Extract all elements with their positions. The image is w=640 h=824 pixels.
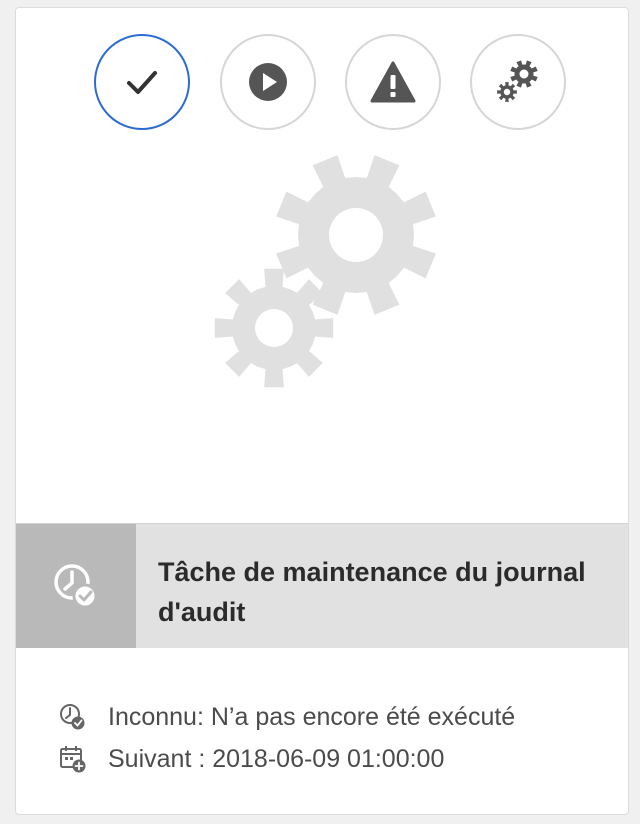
task-card[interactable]: Tâche de maintenance du journal d'audit … bbox=[15, 7, 629, 815]
next-run-text: Suivant : 2018-06-09 01:00:00 bbox=[108, 744, 445, 773]
warning-icon bbox=[370, 61, 416, 103]
calendar-add-icon bbox=[56, 742, 90, 776]
action-toolbar bbox=[16, 34, 628, 134]
last-run-status: Inconnu: N’a pas encore été exécuté bbox=[56, 696, 515, 738]
last-run-text: Inconnu: N’a pas encore été exécuté bbox=[108, 702, 516, 731]
next-run-status: Suivant : 2018-06-09 01:00:00 bbox=[56, 738, 515, 780]
run-button[interactable] bbox=[220, 34, 316, 130]
gears-icon bbox=[497, 60, 538, 102]
task-status-list: Inconnu: N’a pas encore été exécuté Suiv… bbox=[56, 696, 515, 780]
hero-gears-illustration bbox=[214, 155, 436, 388]
task-title-bar: Tâche de maintenance du journal d'audit bbox=[16, 523, 628, 648]
small-gear-icon bbox=[214, 268, 334, 388]
task-status-icon-box bbox=[16, 524, 136, 648]
clock-check-icon bbox=[54, 564, 98, 609]
clock-check-icon bbox=[56, 700, 90, 734]
large-gear-icon bbox=[510, 60, 538, 88]
check-button[interactable] bbox=[94, 34, 190, 130]
warning-button[interactable] bbox=[345, 34, 441, 130]
checkmark-icon bbox=[127, 71, 157, 94]
task-title: Tâche de maintenance du journal d'audit bbox=[158, 557, 586, 627]
play-icon bbox=[249, 63, 287, 101]
settings-button[interactable] bbox=[470, 34, 566, 130]
small-gear-icon bbox=[497, 82, 517, 102]
